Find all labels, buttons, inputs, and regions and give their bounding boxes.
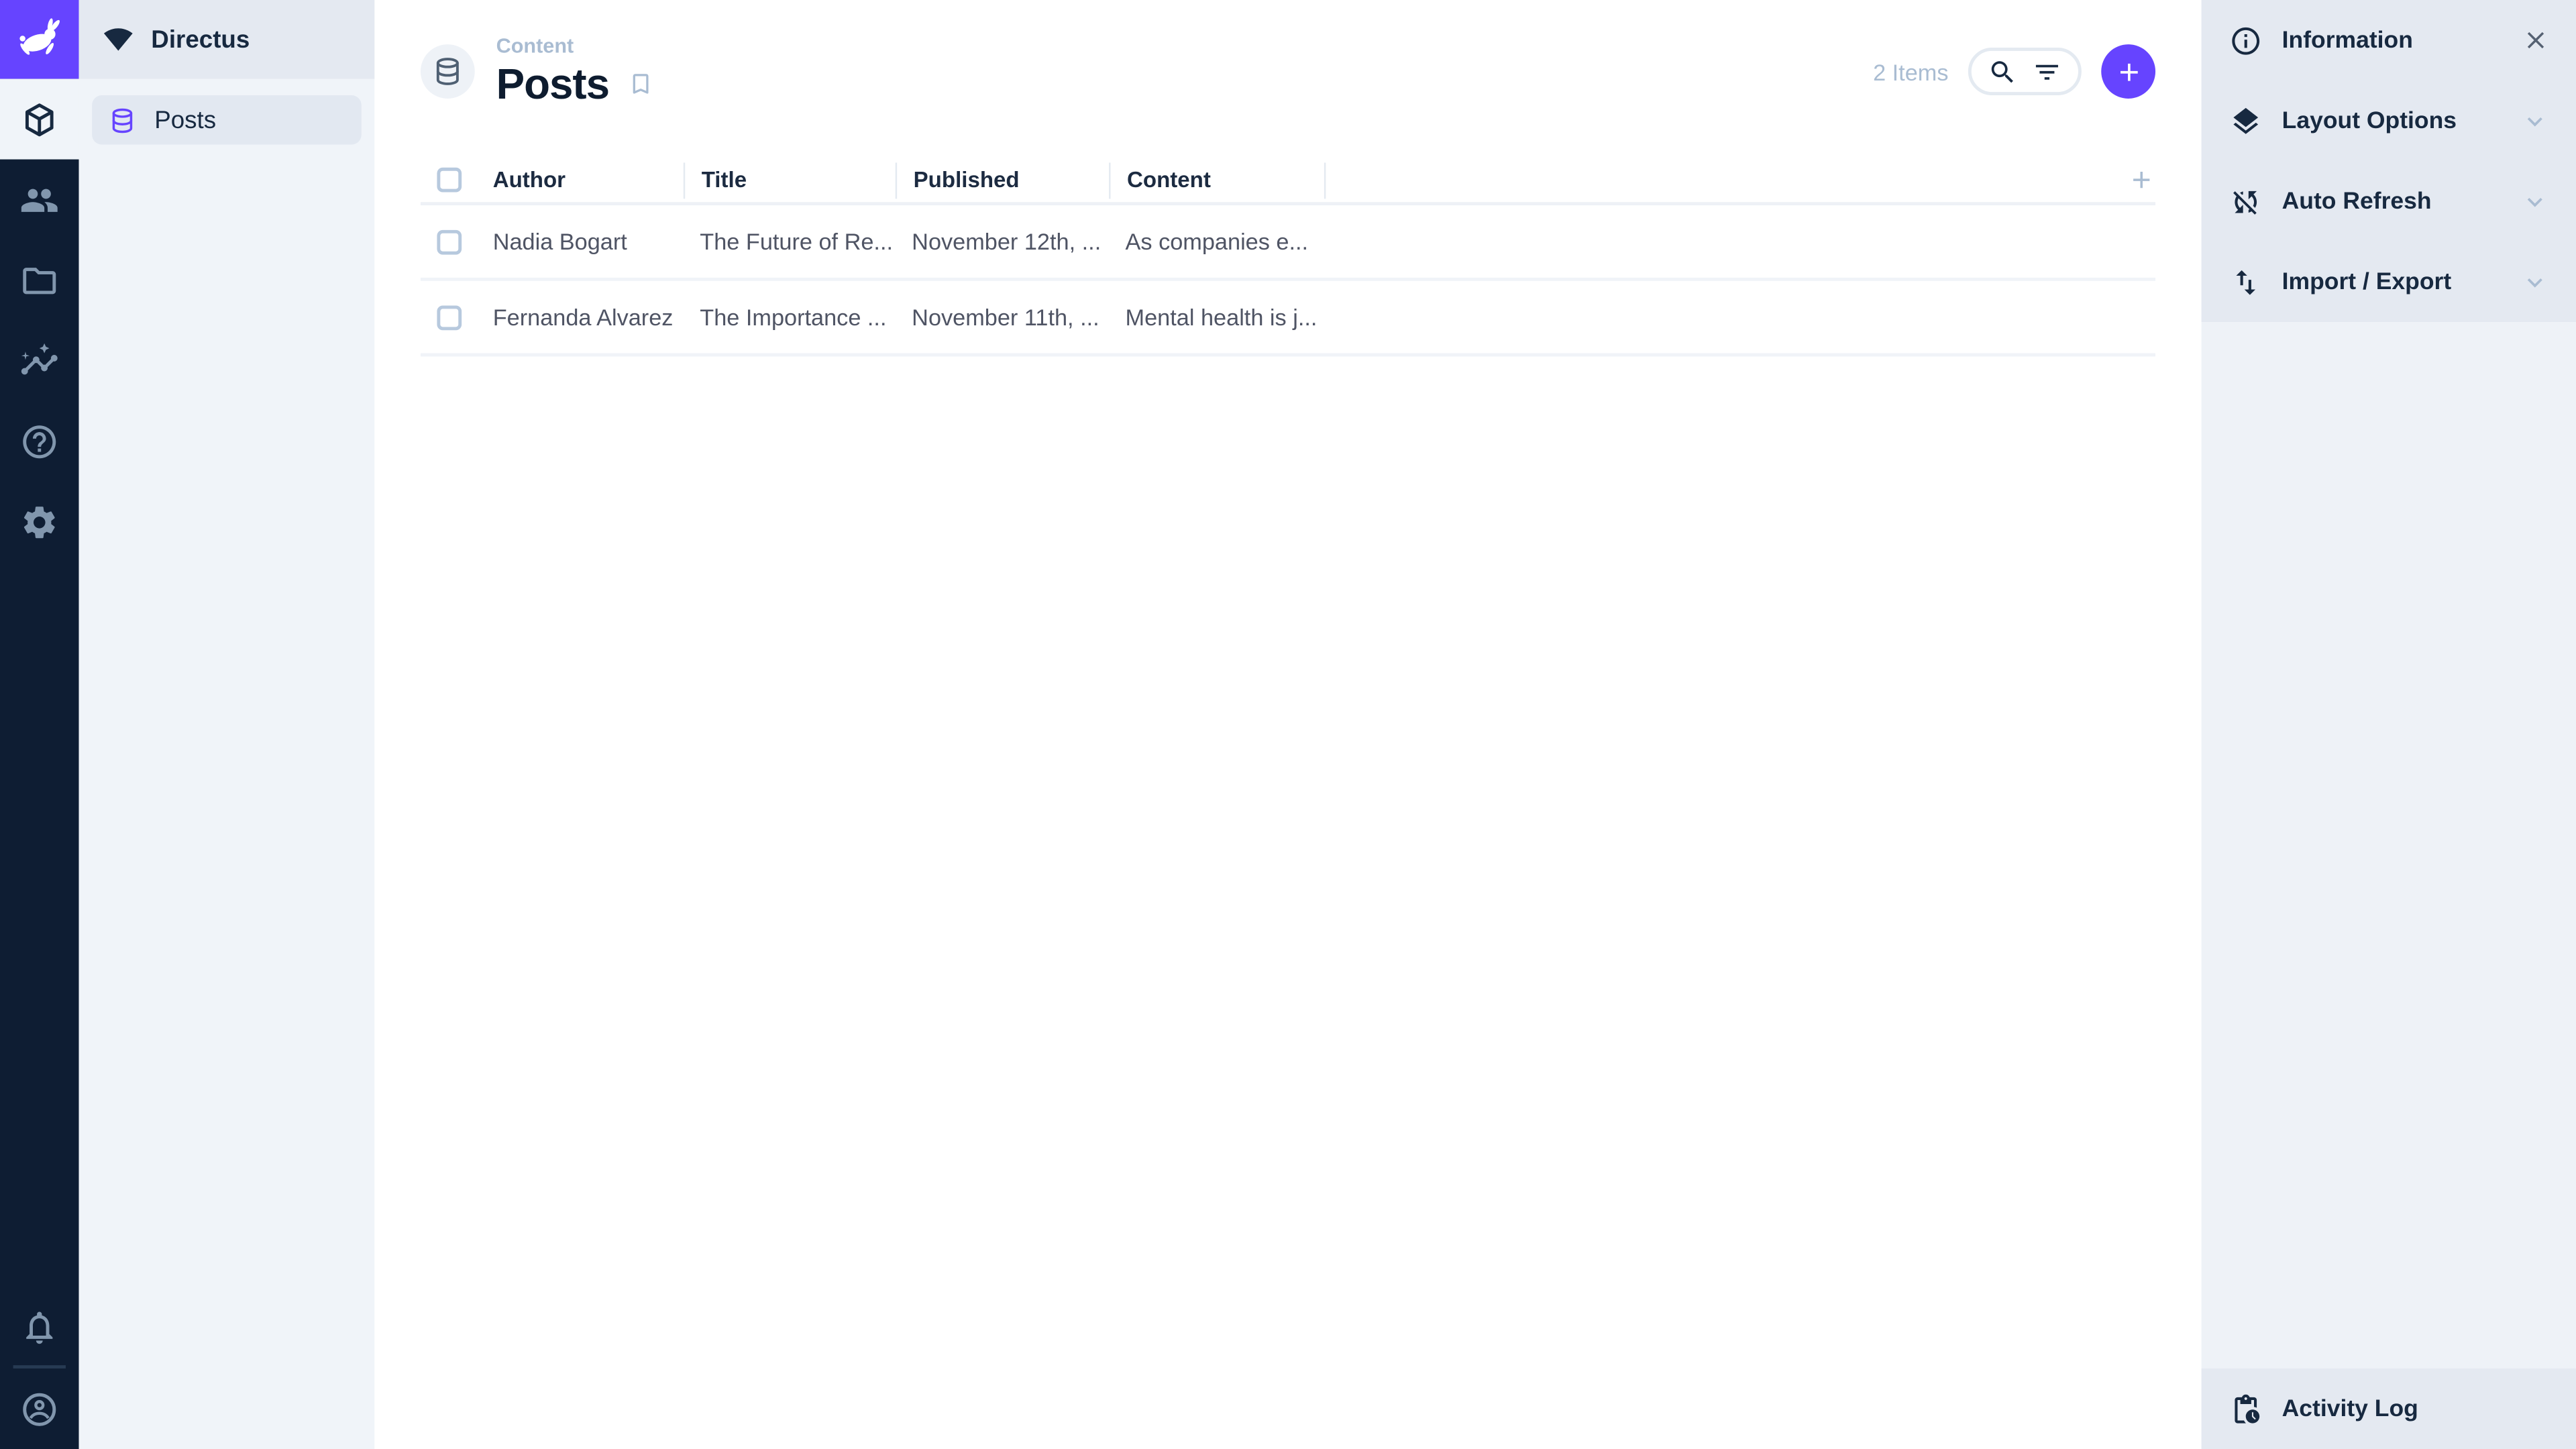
- module-help[interactable]: [0, 401, 79, 482]
- sidebar-section-auto-refresh[interactable]: Auto Refresh: [2202, 161, 2576, 241]
- chevron-down-icon: [2520, 106, 2550, 136]
- navigation-panel: Directus Posts: [78, 0, 375, 1449]
- row-checkbox[interactable]: [436, 305, 461, 330]
- folder-icon: [19, 260, 59, 300]
- sidebar-section-layout-options[interactable]: Layout Options: [2202, 80, 2576, 161]
- rabbit-logo-icon: [13, 13, 66, 66]
- database-icon: [432, 56, 464, 87]
- add-column-icon[interactable]: [2127, 166, 2155, 194]
- account-button[interactable]: [0, 1368, 79, 1449]
- avatar-icon: [19, 1389, 59, 1429]
- sidebar-sections: Information Layout Options Auto Refresh …: [2201, 0, 2576, 322]
- module-users[interactable]: [0, 160, 79, 240]
- cube-icon: [19, 99, 59, 139]
- table-row[interactable]: Nadia Bogart The Future of Re... Novembe…: [420, 205, 2156, 281]
- column-header-content[interactable]: Content: [1109, 162, 1324, 199]
- cell-author: Nadia Bogart: [492, 228, 627, 255]
- items-table: Author Title Published Content Nadia Bog…: [420, 158, 2156, 357]
- sidebar-section-information[interactable]: Information: [2202, 0, 2576, 80]
- app: Directus Posts Content Posts 2 Items Aut…: [0, 0, 2576, 1449]
- cell-published: November 11th, ...: [912, 304, 1099, 331]
- header-actions: 2 Items: [1873, 44, 2156, 99]
- main-content: Content Posts 2 Items Author Title Publi…: [374, 0, 2202, 1449]
- header-end-cell: [1324, 162, 2155, 199]
- cell-content: As companies e...: [1125, 228, 1309, 255]
- detail-sidebar: Information Layout Options Auto Refresh …: [2201, 0, 2576, 1449]
- add-item-button[interactable]: [2101, 44, 2156, 99]
- plus-icon: [2114, 56, 2143, 86]
- table-header-row: Author Title Published Content: [420, 158, 2156, 206]
- insights-chart-icon: [19, 341, 59, 380]
- chevron-down-icon: [2520, 186, 2550, 216]
- search-filter-pill: [1968, 48, 2082, 96]
- select-all-cell: [421, 167, 476, 193]
- help-icon: [19, 421, 59, 461]
- sidebar-section-label: Auto Refresh: [2282, 188, 2432, 215]
- page-header: Content Posts 2 Items: [374, 0, 2201, 145]
- activity-log-icon: [2229, 1393, 2262, 1426]
- module-settings[interactable]: [0, 482, 79, 562]
- import-export-icon: [2229, 266, 2262, 299]
- module-bar: [0, 0, 79, 1449]
- column-header-published[interactable]: Published: [895, 162, 1109, 199]
- activity-log-button[interactable]: Activity Log: [2201, 1368, 2576, 1449]
- page-title: Posts: [496, 59, 610, 109]
- title-block: Content Posts: [496, 34, 654, 105]
- project-logo-icon: [103, 25, 133, 54]
- module-insights[interactable]: [0, 321, 79, 401]
- cell-title: The Importance ...: [700, 304, 887, 331]
- collection-icon-button[interactable]: [420, 44, 475, 99]
- column-header-title[interactable]: Title: [683, 162, 896, 199]
- column-header-author[interactable]: Author: [476, 162, 684, 198]
- module-content[interactable]: [0, 78, 79, 160]
- layers-icon: [2229, 105, 2262, 138]
- cell-content: Mental health is j...: [1125, 304, 1318, 331]
- close-icon[interactable]: [2522, 26, 2550, 54]
- project-header[interactable]: Directus: [78, 0, 375, 79]
- database-icon: [109, 106, 137, 134]
- info-icon: [2229, 24, 2262, 57]
- cell-title: The Future of Re...: [700, 228, 894, 255]
- people-icon: [19, 180, 59, 219]
- items-count: 2 Items: [1873, 58, 1949, 85]
- cell-author: Fernanda Alvarez: [492, 304, 674, 331]
- module-bar-bottom: [0, 1288, 79, 1449]
- search-icon[interactable]: [1988, 56, 2017, 86]
- row-select-cell: [421, 229, 476, 254]
- sidebar-section-label: Layout Options: [2282, 107, 2457, 134]
- sidebar-section-import-export[interactable]: Import / Export: [2202, 241, 2576, 322]
- notifications-button[interactable]: [0, 1288, 79, 1365]
- select-all-checkbox[interactable]: [436, 167, 461, 193]
- nav-item-label: Posts: [154, 105, 217, 134]
- module-files[interactable]: [0, 240, 79, 321]
- sync-disabled-icon: [2229, 185, 2262, 218]
- row-select-cell: [421, 305, 476, 330]
- bookmark-icon[interactable]: [627, 70, 653, 97]
- sidebar-section-label: Import / Export: [2282, 268, 2452, 295]
- gear-icon: [19, 502, 59, 541]
- project-name: Directus: [151, 25, 250, 54]
- directus-logo[interactable]: [0, 0, 79, 79]
- bell-icon: [19, 1307, 59, 1346]
- filter-icon[interactable]: [2032, 56, 2061, 86]
- chevron-down-icon: [2520, 267, 2550, 297]
- sidebar-item-posts[interactable]: Posts: [92, 95, 362, 145]
- row-checkbox[interactable]: [436, 229, 461, 254]
- cell-published: November 12th, ...: [912, 228, 1102, 255]
- activity-log-label: Activity Log: [2282, 1395, 2418, 1422]
- table-row[interactable]: Fernanda Alvarez The Importance ... Nove…: [420, 281, 2156, 357]
- breadcrumb[interactable]: Content: [496, 34, 654, 57]
- sidebar-section-label: Information: [2282, 27, 2413, 54]
